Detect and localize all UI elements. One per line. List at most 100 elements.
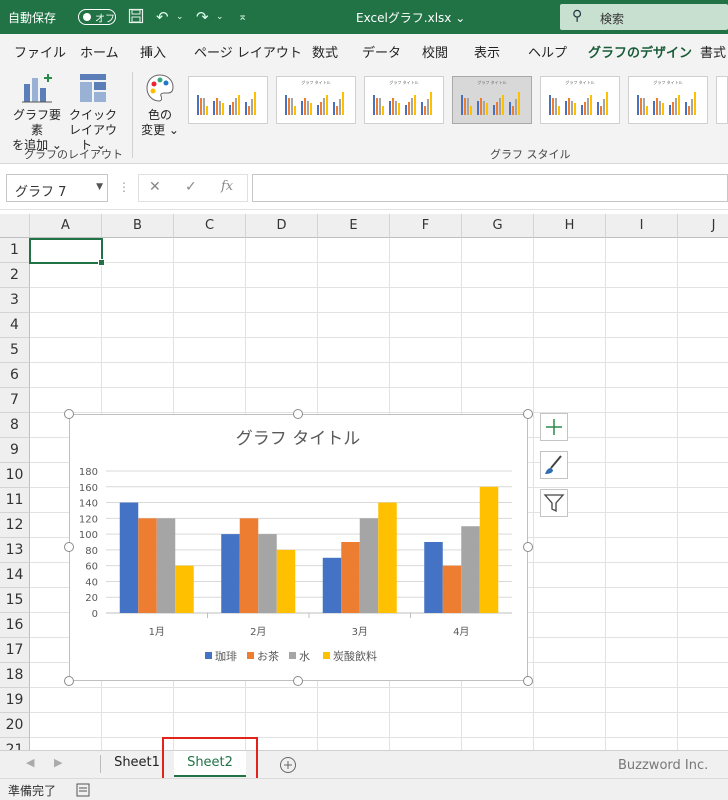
column-header-i[interactable]: I bbox=[606, 214, 678, 238]
row-header-5[interactable]: 5 bbox=[0, 338, 30, 363]
redo-icon[interactable]: ↷ bbox=[196, 8, 209, 26]
column-header-b[interactable]: B bbox=[102, 214, 174, 238]
scroll-right-icon[interactable]: ▶ bbox=[54, 756, 62, 769]
scroll-left-icon[interactable]: ◀ bbox=[26, 756, 34, 769]
file-name[interactable]: Excelグラフ.xlsx ⌄ bbox=[356, 9, 465, 26]
chart-style-2[interactable]: グラフ タイトル bbox=[276, 76, 356, 124]
tab-data[interactable]: データ bbox=[362, 42, 401, 61]
customize-qat-icon[interactable]: ⌅ bbox=[238, 10, 247, 23]
tab-insert[interactable]: 挿入 bbox=[140, 42, 166, 61]
undo-icon[interactable]: ↶ bbox=[156, 8, 169, 26]
tab-formulas[interactable]: 数式 bbox=[312, 42, 338, 61]
style-preview-bar bbox=[245, 102, 247, 115]
style-preview-bar bbox=[200, 97, 202, 115]
column-header-d[interactable]: D bbox=[246, 214, 318, 238]
tab-page-layout[interactable]: ページ レイアウト bbox=[194, 42, 302, 61]
add-sheet-icon[interactable] bbox=[278, 755, 298, 775]
row-header-16[interactable]: 16 bbox=[0, 613, 30, 638]
page-layout-status-icon[interactable] bbox=[76, 783, 90, 797]
column-header-c[interactable]: C bbox=[174, 214, 246, 238]
chart-elements-button[interactable] bbox=[540, 413, 568, 441]
selected-cell-a1[interactable] bbox=[29, 238, 105, 266]
y-tick-label: 120 bbox=[79, 514, 98, 525]
style-preview-bar bbox=[382, 106, 384, 115]
style-preview-bar bbox=[600, 106, 602, 115]
quick-layout-button[interactable]: クイック レイアウト ⌄ bbox=[64, 72, 122, 153]
column-header-a[interactable]: A bbox=[30, 214, 102, 238]
row-header-11[interactable]: 11 bbox=[0, 488, 30, 513]
column-header-f[interactable]: F bbox=[390, 214, 462, 238]
style-preview-bar bbox=[288, 97, 290, 115]
style-preview-bar bbox=[483, 100, 485, 115]
name-box[interactable]: グラフ 7 ▼ bbox=[6, 174, 108, 202]
style-preview-bar bbox=[427, 99, 429, 115]
row-header-1[interactable]: 1 bbox=[0, 238, 30, 263]
add-chart-element-icon bbox=[22, 74, 52, 103]
chart-object[interactable]: グラフ タイトル 0 20 40 60 80 100 120 140 160 180 1月 2月 3月 4… bbox=[69, 414, 528, 681]
row-header-7[interactable]: 7 bbox=[0, 388, 30, 413]
chart-style-6[interactable]: グラフ タイトル bbox=[628, 76, 708, 124]
row-header-14[interactable]: 14 bbox=[0, 563, 30, 588]
bar-珈琲-4月 bbox=[424, 542, 443, 613]
row-header-8[interactable]: 8 bbox=[0, 413, 30, 438]
resize-handle-right[interactable] bbox=[523, 542, 533, 552]
tab-chart-design[interactable]: グラフのデザイン bbox=[588, 42, 693, 67]
change-colors-button[interactable]: 色の 変更 ⌄ bbox=[138, 72, 182, 138]
row-header-20[interactable]: 20 bbox=[0, 713, 30, 738]
insert-function-icon[interactable]: fx bbox=[221, 179, 233, 194]
row-header-6[interactable]: 6 bbox=[0, 363, 30, 388]
bar-珈琲-2月 bbox=[221, 534, 240, 613]
column-header-j[interactable]: J bbox=[678, 214, 728, 238]
add-chart-element-button[interactable]: グラフ要素 を追加 ⌄ bbox=[8, 72, 66, 153]
enter-icon[interactable]: ✓ bbox=[185, 179, 197, 195]
tab-review[interactable]: 校閲 bbox=[422, 42, 448, 61]
resize-handle-top[interactable] bbox=[293, 409, 303, 419]
column-header-e[interactable]: E bbox=[318, 214, 390, 238]
save-icon[interactable] bbox=[128, 8, 144, 28]
row-header-9[interactable]: 9 bbox=[0, 438, 30, 463]
chart-style-5[interactable]: グラフ タイトル bbox=[540, 76, 620, 124]
autosave-toggle[interactable]: オフ bbox=[78, 9, 116, 25]
tab-file[interactable]: ファイル bbox=[14, 42, 66, 61]
row-header-21[interactable]: 21 bbox=[0, 738, 30, 750]
tab-format[interactable]: 書式 bbox=[700, 42, 726, 61]
chevron-down-icon[interactable]: ▼ bbox=[96, 182, 103, 192]
tab-help[interactable]: ヘルプ bbox=[528, 42, 567, 61]
row-header-18[interactable]: 18 bbox=[0, 663, 30, 688]
row-header-10[interactable]: 10 bbox=[0, 463, 30, 488]
chart-title[interactable]: グラフ タイトル bbox=[236, 429, 360, 449]
resize-handle-left[interactable] bbox=[64, 542, 74, 552]
tab-view[interactable]: 表示 bbox=[474, 42, 500, 61]
chart-style-1[interactable] bbox=[188, 76, 268, 124]
row-header-13[interactable]: 13 bbox=[0, 538, 30, 563]
chart-style-4[interactable]: グラフ タイトル bbox=[452, 76, 532, 124]
row-header-19[interactable]: 19 bbox=[0, 688, 30, 713]
search-box[interactable]: ⚲ 検索 bbox=[560, 4, 728, 30]
tab-home[interactable]: ホーム bbox=[80, 42, 119, 61]
resize-handle-top-right[interactable] bbox=[523, 409, 533, 419]
row-header-17[interactable]: 17 bbox=[0, 638, 30, 663]
chart-style-7[interactable] bbox=[716, 76, 728, 124]
cancel-icon[interactable]: ✕ bbox=[149, 179, 161, 195]
chart-filters-button[interactable] bbox=[540, 489, 568, 517]
redo-dropdown-icon[interactable]: ⌄ bbox=[216, 12, 224, 22]
formula-input[interactable] bbox=[252, 174, 728, 202]
select-all-corner[interactable] bbox=[0, 214, 30, 238]
resize-handle-top-left[interactable] bbox=[64, 409, 74, 419]
undo-dropdown-icon[interactable]: ⌄ bbox=[176, 12, 184, 22]
chart-styles-button[interactable] bbox=[540, 451, 568, 479]
grid-row-line bbox=[30, 287, 728, 288]
change-colors-label-2: 変更 ⌄ bbox=[141, 123, 179, 137]
row-header-2[interactable]: 2 bbox=[0, 263, 30, 288]
column-header-h[interactable]: H bbox=[534, 214, 606, 238]
row-header-12[interactable]: 12 bbox=[0, 513, 30, 538]
row-header-3[interactable]: 3 bbox=[0, 288, 30, 313]
row-header-15[interactable]: 15 bbox=[0, 588, 30, 613]
resize-handle-bottom-left[interactable] bbox=[64, 676, 74, 686]
style-preview-bar bbox=[581, 104, 583, 115]
row-header-4[interactable]: 4 bbox=[0, 313, 30, 338]
column-header-g[interactable]: G bbox=[462, 214, 534, 238]
resize-handle-bottom-right[interactable] bbox=[523, 676, 533, 686]
chart-style-3[interactable]: グラフ タイトル bbox=[364, 76, 444, 124]
resize-handle-bottom[interactable] bbox=[293, 676, 303, 686]
